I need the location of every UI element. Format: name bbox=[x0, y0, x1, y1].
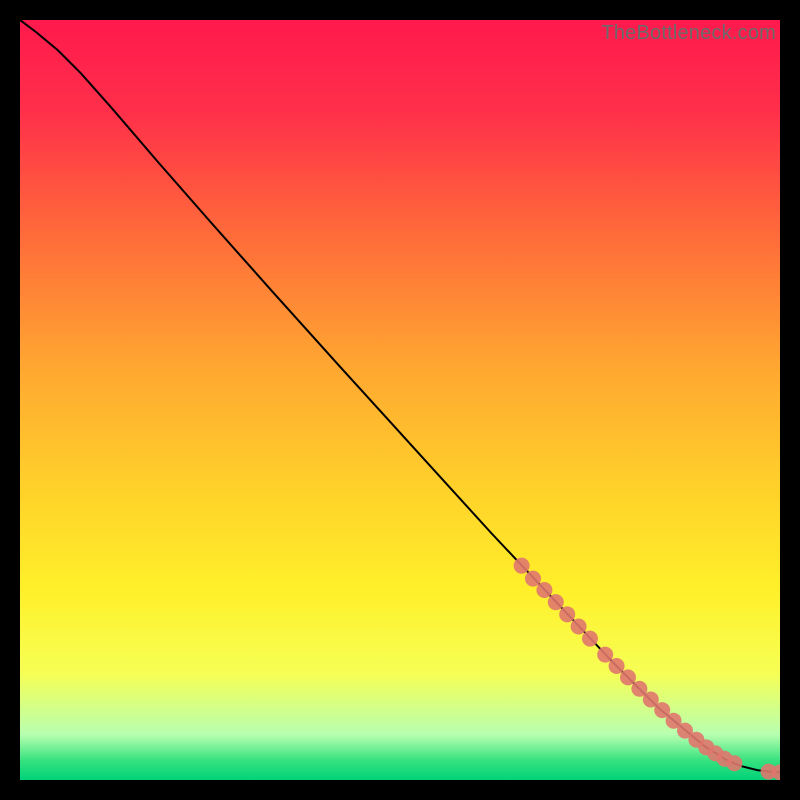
marker-point bbox=[525, 571, 541, 587]
marker-point bbox=[571, 618, 587, 634]
chart-svg bbox=[20, 20, 780, 780]
marker-point bbox=[597, 647, 613, 663]
marker-point bbox=[620, 669, 636, 685]
chart-frame: TheBottleneck.com bbox=[20, 20, 780, 780]
marker-point bbox=[514, 558, 530, 574]
marker-point bbox=[536, 582, 552, 598]
marker-point bbox=[609, 658, 625, 674]
watermark-text: TheBottleneck.com bbox=[601, 22, 776, 45]
marker-point bbox=[726, 755, 742, 771]
marker-point bbox=[559, 606, 575, 622]
marker-point bbox=[582, 631, 598, 647]
marker-point bbox=[548, 594, 564, 610]
